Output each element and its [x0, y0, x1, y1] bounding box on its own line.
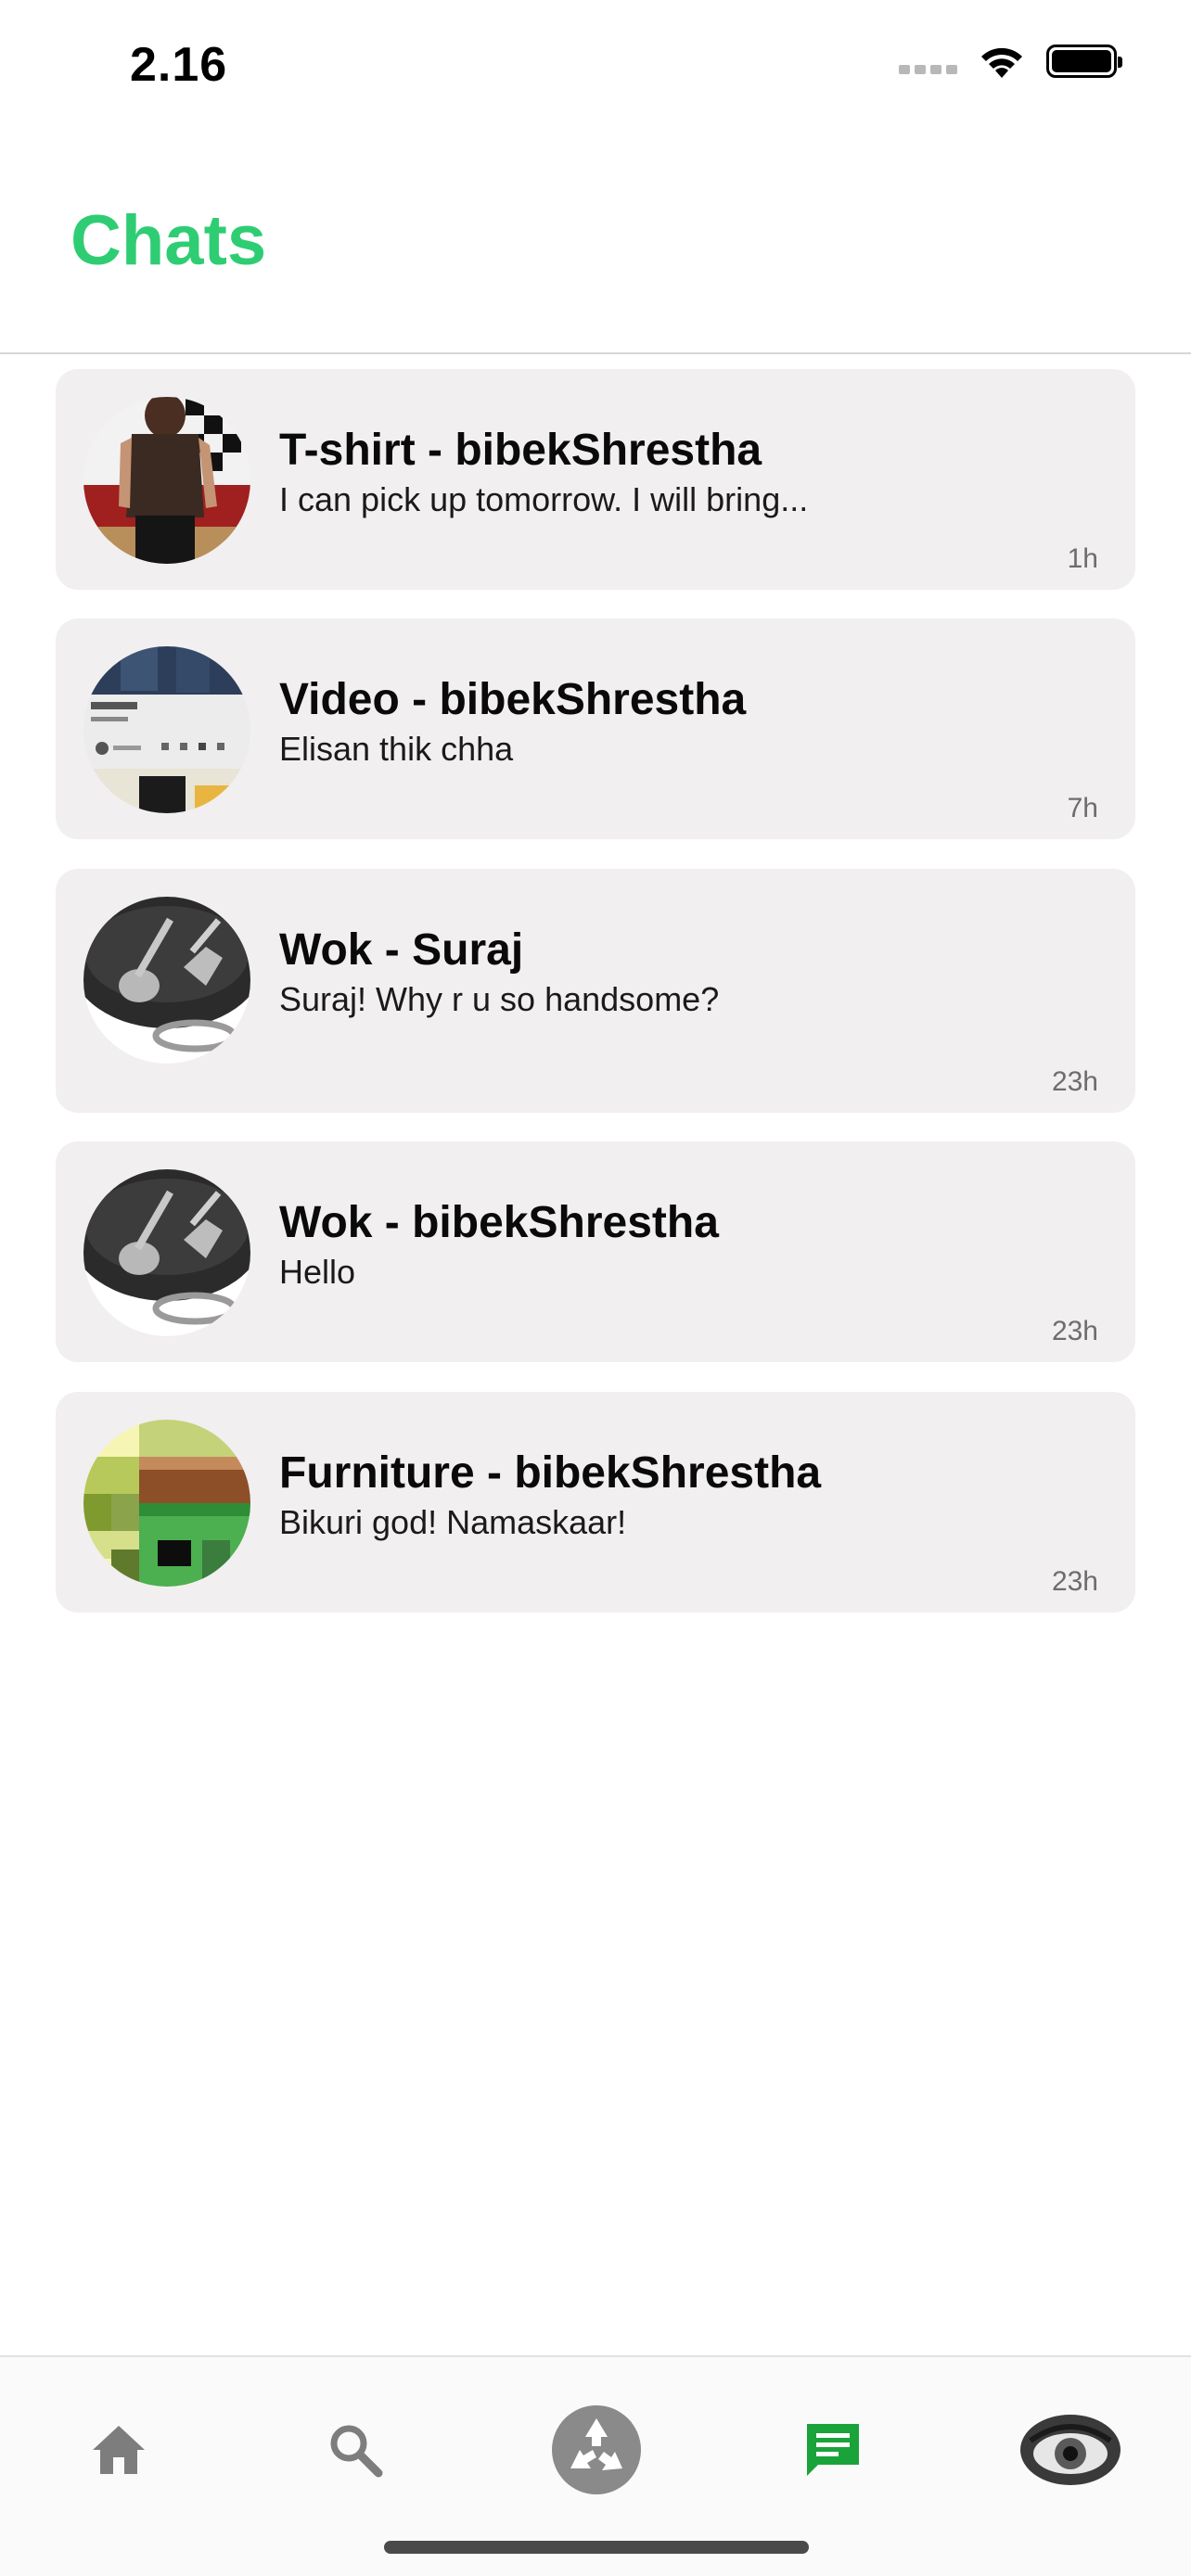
tab-profile[interactable]: [1015, 2394, 1126, 2506]
chat-avatar: [83, 397, 250, 564]
recycle-icon: [552, 2405, 641, 2494]
chat-preview: Bikuri god! Namaskaar!: [279, 1503, 627, 1541]
chat-avatar: [83, 897, 250, 1064]
chat-avatar: [83, 646, 250, 813]
status-indicators: [899, 43, 1122, 80]
chat-preview: Suraj! Why r u so handsome?: [279, 980, 720, 1018]
chat-timestamp: 7h: [1067, 793, 1098, 823]
profile-avatar: [1020, 2415, 1121, 2485]
header-divider: [0, 352, 1191, 354]
chat-timestamp: 1h: [1067, 543, 1098, 574]
chat-title: Wok - bibekShrestha: [279, 1198, 719, 1247]
cellular-signal-icon: [899, 65, 957, 74]
chat-timestamp: 23h: [1051, 1566, 1098, 1597]
tab-home[interactable]: [63, 2394, 174, 2506]
page-title: Chats: [70, 201, 267, 280]
chat-list-item[interactable]: Furniture - bibekShrestha Bikuri god! Na…: [56, 1392, 1135, 1613]
chat-preview: Hello: [279, 1253, 356, 1291]
status-time: 2.16: [130, 38, 228, 92]
home-indicator: [384, 2541, 809, 2554]
chat-avatar: [83, 1420, 250, 1587]
wifi-icon: [981, 47, 1022, 78]
chat-timestamp: 23h: [1051, 1316, 1098, 1346]
tab-recycle[interactable]: [541, 2394, 652, 2506]
chat-title: Video - bibekShrestha: [279, 675, 747, 724]
chat-timestamp: 23h: [1051, 1066, 1098, 1097]
chat-avatar: [83, 1169, 250, 1336]
chat-list-item[interactable]: Wok - Suraj Suraj! Why r u so handsome? …: [56, 869, 1135, 1113]
chat-list-item[interactable]: T-shirt - bibekShrestha I can pick up to…: [56, 369, 1135, 590]
chat-list-item[interactable]: Wok - bibekShrestha Hello 23h: [56, 1141, 1135, 1362]
tab-search[interactable]: [300, 2394, 411, 2506]
home-icon: [93, 2426, 145, 2474]
chat-list-item[interactable]: Video - bibekShrestha Elisan thik chha 7…: [56, 618, 1135, 839]
chat-icon: [807, 2424, 859, 2476]
battery-icon: [1046, 45, 1122, 78]
chat-title: T-shirt - bibekShrestha: [279, 426, 762, 475]
search-icon: [330, 2425, 383, 2478]
tab-chats[interactable]: [777, 2394, 889, 2506]
status-bar: 2.16: [0, 0, 1191, 139]
chat-preview: Elisan thik chha: [279, 730, 514, 768]
chat-title: Furniture - bibekShrestha: [279, 1448, 822, 1498]
chat-preview: I can pick up tomorrow. I will bring...: [279, 480, 809, 518]
chat-title: Wok - Suraj: [279, 925, 524, 975]
